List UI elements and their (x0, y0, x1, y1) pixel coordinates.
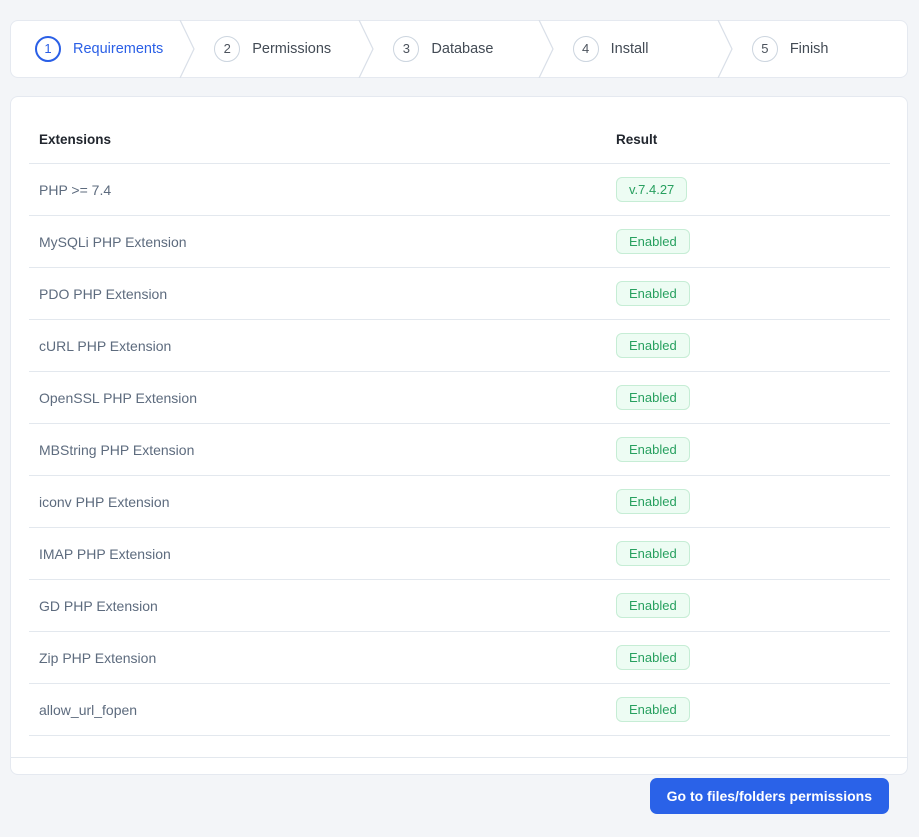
extension-name: MySQLi PHP Extension (29, 215, 606, 268)
table-row: Zip PHP Extension Enabled (29, 631, 890, 684)
extension-name: PHP >= 7.4 (29, 163, 606, 216)
step-label: Install (610, 41, 649, 57)
status-badge: Enabled (616, 333, 690, 358)
extension-name: GD PHP Extension (29, 579, 606, 632)
table-row: MySQLi PHP Extension Enabled (29, 215, 890, 268)
step-label: Requirements (73, 41, 164, 57)
extension-name: MBString PHP Extension (29, 423, 606, 476)
table-row: cURL PHP Extension Enabled (29, 319, 890, 372)
table-row: iconv PHP Extension Enabled (29, 475, 890, 528)
table-row: IMAP PHP Extension Enabled (29, 527, 890, 580)
status-badge: Enabled (616, 489, 690, 514)
extension-name: IMAP PHP Extension (29, 527, 606, 580)
status-badge: Enabled (616, 281, 690, 306)
requirements-card: Extensions Result PHP >= 7.4 v.7.4.27 My… (10, 96, 908, 814)
table-row: PHP >= 7.4 v.7.4.27 (29, 163, 890, 216)
extension-name: Zip PHP Extension (29, 631, 606, 684)
wizard-step[interactable]: 5 Finish (728, 21, 907, 77)
status-badge: Enabled (616, 645, 690, 670)
table-row: PDO PHP Extension Enabled (29, 267, 890, 320)
wizard-step[interactable]: 4 Install (549, 20, 733, 78)
column-header-result: Result (606, 117, 890, 164)
wizard-step[interactable]: 1 Requirements (11, 20, 195, 78)
step-number-circle: 2 (214, 36, 241, 62)
go-to-permissions-button[interactable]: Go to files/folders permissions (649, 778, 889, 814)
wizard-step[interactable]: 3 Database (369, 20, 554, 78)
table-row: allow_url_fopen Enabled (29, 683, 890, 736)
table-row: MBString PHP Extension Enabled (29, 423, 890, 476)
step-number-circle: 3 (393, 36, 420, 62)
step-label: Database (431, 41, 494, 57)
status-badge: Enabled (616, 437, 690, 462)
table-header-row: Extensions Result (29, 117, 890, 164)
column-header-extensions: Extensions (29, 117, 606, 164)
extension-name: PDO PHP Extension (29, 267, 606, 320)
status-badge: Enabled (616, 541, 690, 566)
extension-name: cURL PHP Extension (29, 319, 606, 372)
table-row: OpenSSL PHP Extension Enabled (29, 371, 890, 424)
status-badge: Enabled (616, 593, 690, 618)
requirements-table: Extensions Result PHP >= 7.4 v.7.4.27 My… (29, 117, 890, 736)
step-number-circle: 4 (572, 36, 599, 62)
card-footer: Go to files/folders permissions (11, 757, 907, 837)
requirements-table-wrapper: Extensions Result PHP >= 7.4 v.7.4.27 My… (11, 97, 907, 757)
status-badge: v.7.4.27 (616, 177, 688, 202)
extension-name: iconv PHP Extension (29, 475, 606, 528)
table-row: GD PHP Extension Enabled (29, 579, 890, 632)
extension-name: allow_url_fopen (29, 683, 606, 736)
step-number-circle: 5 (751, 36, 778, 62)
wizard-step[interactable]: 2 Permissions (190, 20, 375, 78)
status-badge: Enabled (616, 697, 690, 722)
step-label: Finish (789, 41, 829, 57)
status-badge: Enabled (616, 229, 690, 254)
status-badge: Enabled (616, 385, 690, 410)
step-number-circle: 1 (35, 36, 61, 62)
install-wizard-stepper: 1 Requirements 2 Permissions 3 Database … (10, 20, 908, 78)
extension-name: OpenSSL PHP Extension (29, 371, 606, 424)
step-label: Permissions (252, 41, 332, 57)
